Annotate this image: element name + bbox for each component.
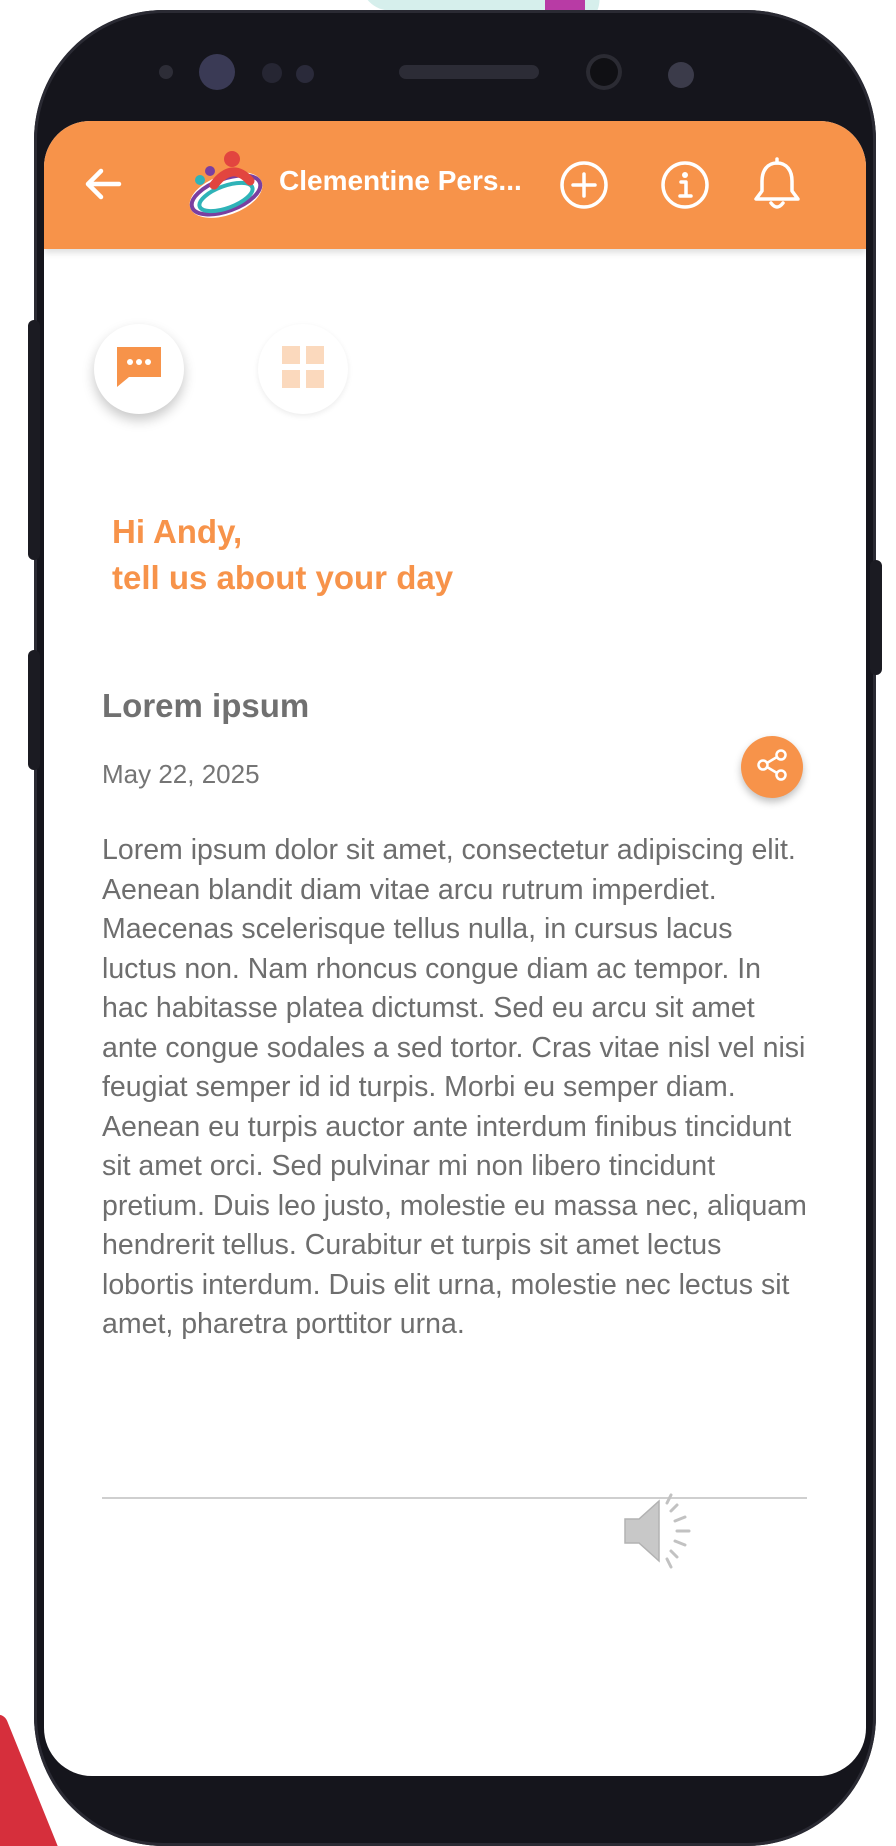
share-button[interactable] — [741, 736, 803, 798]
sensor-dot — [296, 65, 314, 83]
chat-mode-button[interactable] — [94, 324, 184, 414]
share-icon — [754, 747, 790, 788]
stage: Clementine Pers... Hi Andy, tell us abou… — [0, 0, 896, 1846]
app-bar: Clementine Pers... — [44, 121, 866, 249]
entry-date: May 22, 2025 — [102, 759, 260, 789]
front-sensor — [199, 54, 235, 90]
bell-icon[interactable] — [748, 155, 806, 215]
greeting: Hi Andy, tell us about your day — [112, 509, 453, 601]
front-camera — [586, 54, 622, 90]
arrow-left-icon[interactable] — [78, 159, 128, 209]
info-circle-icon[interactable] — [657, 157, 713, 213]
earpiece-speaker — [399, 65, 539, 79]
screen: Clementine Pers... Hi Andy, tell us abou… — [44, 121, 866, 1776]
sensor-dot — [159, 65, 173, 79]
entry-body: Lorem ipsum dolor sit amet, consectetur … — [102, 834, 807, 1340]
grid-mode-button[interactable] — [258, 324, 348, 414]
chat-bubble-icon — [113, 343, 165, 396]
speaker-icon[interactable] — [619, 1489, 709, 1578]
volume-button — [28, 320, 40, 560]
entry-title: Lorem ipsum — [102, 687, 310, 724]
power-button — [870, 560, 882, 675]
plus-circle-icon[interactable] — [556, 157, 612, 213]
phone-frame: Clementine Pers... Hi Andy, tell us abou… — [28, 10, 882, 1846]
sensor-dot — [262, 63, 282, 83]
clementine-logo-icon — [184, 147, 268, 223]
bixby-button — [28, 650, 40, 770]
greeting-line-2: tell us about your day — [112, 559, 454, 596]
iris-sensor — [668, 62, 694, 88]
grid-icon — [280, 344, 326, 395]
greeting-line-1: Hi Andy, — [112, 513, 243, 550]
app-title: Clementine Pers... — [279, 165, 522, 196]
